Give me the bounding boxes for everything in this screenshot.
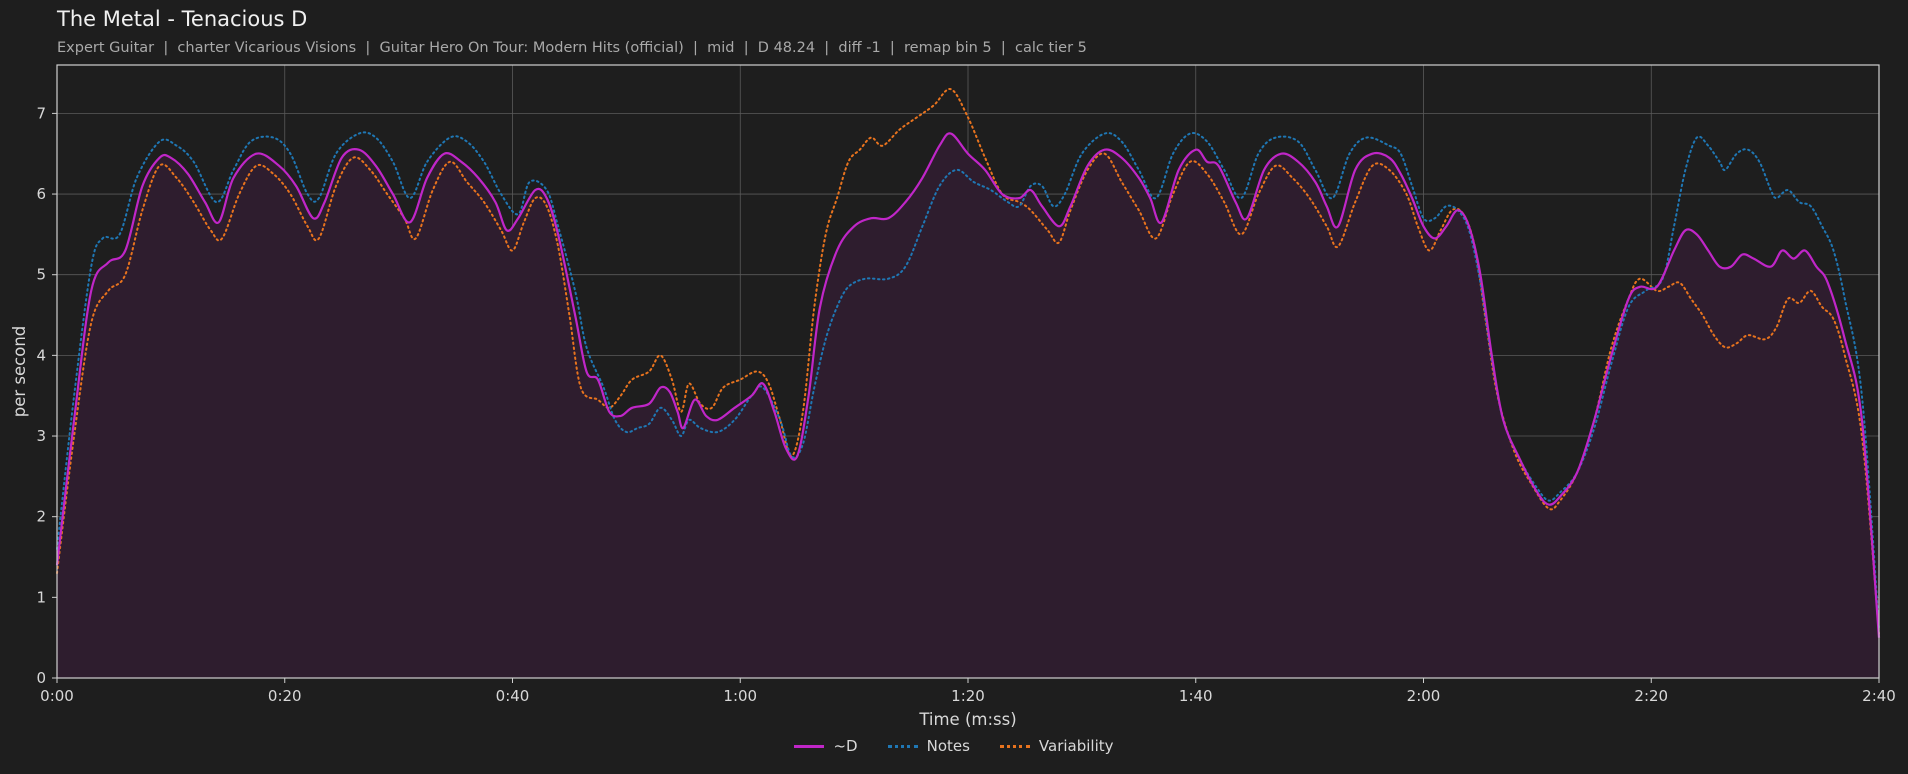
area-fill-layer xyxy=(57,133,1879,678)
x-tick-label: 2:00 xyxy=(1407,687,1441,705)
area-fill-d xyxy=(57,133,1879,678)
x-tick-label: 1:20 xyxy=(951,687,985,705)
x-tick-label: 0:40 xyxy=(496,687,530,705)
y-tick-label: 2 xyxy=(36,508,46,526)
y-tick-label: 0 xyxy=(36,669,46,687)
legend-label-variability: Variability xyxy=(1038,737,1114,755)
line-chart: 0:00 0:20 0:40 1:00 1:20 1:40 2:00 2:20 2:40 0 1 2 3… xyxy=(10,64,1896,729)
x-tick-label: 0:00 xyxy=(40,687,74,705)
legend-swatch-d xyxy=(794,744,825,748)
legend-label-d: ~D xyxy=(833,737,858,755)
legend-item-notes: Notes xyxy=(887,737,970,755)
y-tick-label: 1 xyxy=(36,588,46,606)
y-tick-label: 6 xyxy=(36,185,46,203)
x-tick-label: 0:20 xyxy=(268,687,302,705)
y-tick-label: 4 xyxy=(36,346,46,364)
x-tick-label: 1:40 xyxy=(1179,687,1213,705)
legend-swatch-notes xyxy=(887,744,918,748)
legend-swatch-variability xyxy=(999,744,1030,748)
y-axis-label: per second xyxy=(10,326,29,418)
legend-label-notes: Notes xyxy=(926,737,970,755)
x-tick-label: 2:20 xyxy=(1634,687,1668,705)
x-axis-label: Time (m:ss) xyxy=(918,710,1016,729)
y-tick-label: 3 xyxy=(36,427,46,445)
x-tick-label: 2:40 xyxy=(1862,687,1896,705)
chart-legend: ~D Notes Variability xyxy=(0,737,1908,755)
legend-item-variability: Variability xyxy=(999,737,1114,755)
y-tick-label: 7 xyxy=(36,104,46,122)
y-tick-label: 5 xyxy=(36,266,46,284)
legend-item-d: ~D xyxy=(794,737,858,755)
x-tick-label: 1:00 xyxy=(723,687,757,705)
